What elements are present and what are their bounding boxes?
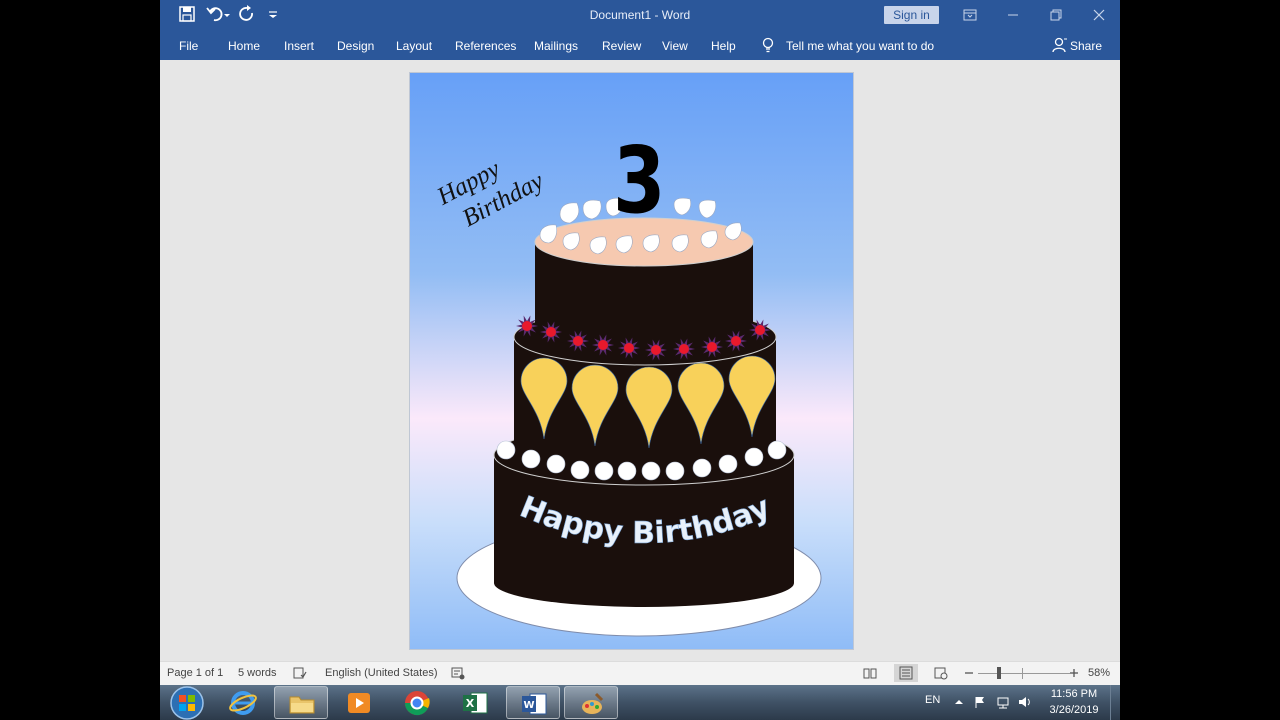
show-desktop-button[interactable] (1110, 685, 1121, 720)
input-language[interactable]: EN (925, 694, 940, 706)
web-layout-icon[interactable] (934, 666, 948, 680)
zoom-slider-thumb[interactable] (997, 667, 1001, 679)
svg-text:X: X (466, 697, 475, 710)
status-bar: Page 1 of 1 5 words English (United Stat… (160, 661, 1120, 685)
zoom-out-icon[interactable] (962, 666, 976, 680)
excel-icon[interactable]: X (448, 686, 502, 719)
svg-text:W: W (523, 700, 534, 711)
berry (598, 340, 608, 350)
berry (651, 345, 661, 355)
taskbar: X W EN 11:56 PM 3/26/2019 (160, 685, 1120, 720)
word-count[interactable]: 5 words (238, 667, 277, 679)
document-page[interactable]: Happy Birthday 3 Happy Birthday (409, 72, 854, 650)
volume-icon[interactable] (1018, 695, 1032, 709)
berry (679, 344, 689, 354)
ribbon-tabs: File Home Insert Design Layout Reference… (160, 30, 1120, 60)
show-hidden-icons-icon[interactable] (952, 695, 966, 709)
tab-design[interactable]: Design (337, 39, 374, 53)
tab-file[interactable]: File (179, 39, 198, 53)
tab-help[interactable]: Help (711, 39, 736, 53)
age-number: 3 (613, 127, 666, 234)
berry (624, 343, 634, 353)
share-label: Share (1070, 39, 1103, 53)
read-mode-icon[interactable] (863, 666, 877, 680)
start-button[interactable] (164, 686, 210, 720)
restore-icon[interactable] (1046, 5, 1066, 25)
tab-view[interactable]: View (662, 39, 688, 53)
paint-app-icon[interactable] (564, 686, 618, 719)
title-bar: Document1 - Word Sign in (160, 0, 1120, 30)
print-layout-icon[interactable] (894, 664, 918, 682)
lightbulb-icon (761, 37, 775, 53)
berry (755, 325, 765, 335)
ribbon-display-options-icon[interactable] (960, 5, 980, 25)
clock-time[interactable]: 11:56 PM (1044, 688, 1104, 700)
redo-icon[interactable] (238, 5, 258, 25)
tab-review[interactable]: Review (602, 39, 641, 53)
network-icon[interactable] (996, 695, 1010, 709)
undo-icon[interactable] (206, 5, 232, 25)
word-window: Document1 - Word Sign in File Home Inser… (160, 0, 1120, 685)
proofing-icon[interactable] (293, 666, 307, 680)
page-count[interactable]: Page 1 of 1 (167, 667, 223, 679)
berry (707, 342, 717, 352)
zoom-in-icon[interactable] (1067, 666, 1081, 680)
language-indicator[interactable]: English (United States) (325, 667, 438, 679)
minimize-icon[interactable] (1003, 5, 1023, 25)
berry (522, 321, 532, 331)
file-explorer-icon[interactable] (274, 686, 328, 719)
customize-toolbar-icon[interactable] (266, 5, 280, 25)
action-center-flag-icon[interactable] (973, 695, 987, 709)
berry (731, 336, 741, 346)
zoom-slider-center-mark (1022, 668, 1023, 679)
tab-references[interactable]: References (455, 39, 516, 53)
macro-recording-icon[interactable] (451, 666, 465, 680)
berry (546, 327, 556, 337)
tab-insert[interactable]: Insert (284, 39, 314, 53)
save-icon[interactable] (178, 5, 198, 25)
chrome-icon[interactable] (390, 686, 444, 719)
berry (573, 336, 583, 346)
internet-explorer-icon[interactable] (216, 686, 270, 719)
tab-mailings[interactable]: Mailings (534, 39, 578, 53)
clock-date[interactable]: 3/26/2019 (1044, 704, 1104, 716)
tab-layout[interactable]: Layout (396, 39, 432, 53)
sign-in-button[interactable]: Sign in (884, 6, 939, 24)
tell-me-search[interactable]: Tell me what you want to do (786, 39, 934, 53)
media-player-icon[interactable] (332, 686, 386, 719)
share-button[interactable]: Share (1052, 37, 1102, 55)
close-icon[interactable] (1089, 5, 1109, 25)
tab-home[interactable]: Home (228, 39, 260, 53)
zoom-slider[interactable] (978, 673, 1070, 674)
word-taskbar-icon[interactable]: W (506, 686, 560, 719)
zoom-percentage[interactable]: 58% (1088, 667, 1110, 679)
person-icon (1052, 37, 1067, 53)
